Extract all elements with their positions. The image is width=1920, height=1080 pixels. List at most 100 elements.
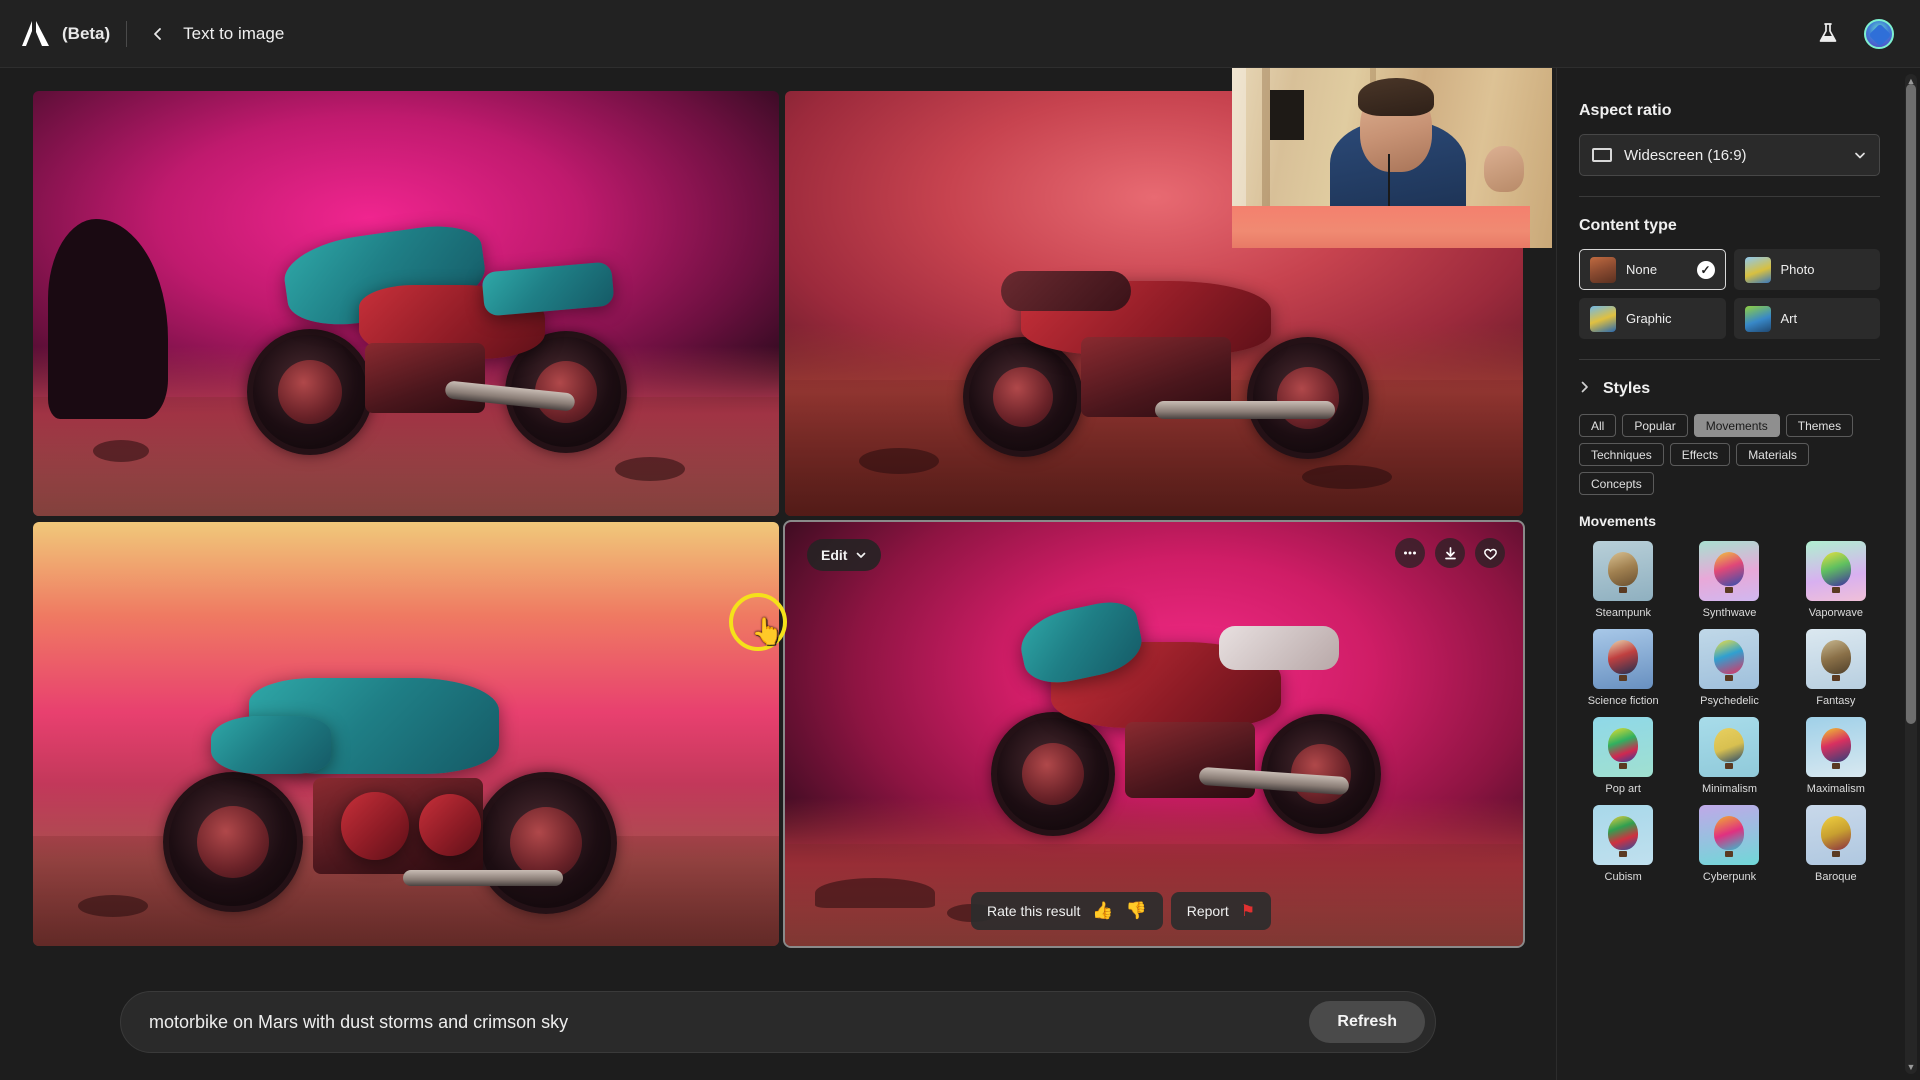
style-thumbnail [1593, 717, 1654, 777]
content-type-none[interactable]: None ✓ [1579, 249, 1726, 290]
style-label: Baroque [1815, 871, 1857, 883]
hot-air-balloon-icon [1820, 551, 1851, 586]
content-type-art[interactable]: Art [1733, 298, 1880, 339]
favorite-button[interactable] [1475, 538, 1505, 568]
sidebar-scrollbar-track[interactable]: ▲ ▼ [1905, 74, 1917, 1074]
style-thumbnail [1699, 541, 1760, 601]
style-label: Psychedelic [1700, 695, 1759, 707]
hot-air-balloon-icon [1820, 727, 1851, 762]
person-hair [1358, 78, 1434, 116]
style-item-steampunk[interactable]: Steampunk [1579, 541, 1667, 619]
red-flag-icon: ⚑ [1240, 903, 1256, 920]
result-tile-3[interactable] [33, 522, 779, 946]
rock [77, 895, 148, 918]
hot-air-balloon-icon [1714, 639, 1745, 674]
style-item-cubism[interactable]: Cubism [1579, 805, 1667, 883]
style-thumbnail [1805, 805, 1866, 865]
motorbike-art-4 [985, 582, 1405, 842]
content-type-photo[interactable]: Photo [1733, 249, 1880, 290]
prompt-input[interactable] [149, 1011, 1310, 1033]
thumbs-down-icon[interactable]: 👎 [1126, 901, 1147, 921]
edit-label: Edit [821, 547, 848, 563]
style-item-science-fiction[interactable]: Science fiction [1579, 629, 1667, 707]
styles-group-title: Movements [1579, 513, 1657, 529]
edit-dropdown-button[interactable]: Edit [807, 539, 882, 571]
style-item-synthwave[interactable]: Synthwave [1685, 541, 1773, 619]
hot-air-balloon-icon [1608, 551, 1639, 586]
style-item-baroque[interactable]: Baroque [1792, 805, 1880, 883]
styles-title: Styles [1603, 380, 1651, 397]
content-type-title: Content type [1579, 217, 1677, 234]
hot-air-balloon-icon [1714, 551, 1745, 586]
rectangle-icon [1592, 148, 1612, 162]
style-item-fantasy[interactable]: Fantasy [1792, 629, 1880, 707]
filter-chip-concepts[interactable]: Concepts [1579, 472, 1654, 495]
style-thumbnail [1699, 717, 1760, 777]
back-button[interactable] [143, 19, 173, 49]
style-item-minimalism[interactable]: Minimalism [1685, 717, 1773, 795]
aspect-ratio-select[interactable]: Widescreen (16:9) [1579, 134, 1880, 176]
styles-section-toggle[interactable]: Styles [1579, 380, 1880, 398]
filter-chip-popular[interactable]: Popular [1622, 414, 1688, 437]
style-thumbnail [1805, 717, 1866, 777]
style-thumbnail [1699, 629, 1760, 689]
hot-air-balloon-icon [1714, 727, 1745, 762]
download-icon [1444, 546, 1456, 559]
style-item-pop-art[interactable]: Pop art [1579, 717, 1667, 795]
refresh-button[interactable]: Refresh [1309, 1001, 1425, 1043]
scroll-down-arrow[interactable]: ▼ [1906, 1062, 1916, 1072]
brand-group: (Beta) [0, 20, 110, 47]
filter-chip-materials[interactable]: Materials [1736, 443, 1809, 466]
style-item-maximalism[interactable]: Maximalism [1792, 717, 1880, 795]
thumbs-up-icon[interactable]: 👍 [1092, 901, 1113, 921]
more-options-button[interactable] [1395, 538, 1425, 568]
filter-chip-techniques[interactable]: Techniques [1579, 443, 1664, 466]
content-type-label: Graphic [1626, 311, 1672, 326]
filter-chip-themes[interactable]: Themes [1785, 414, 1854, 437]
divider [1579, 196, 1880, 197]
content-type-thumb [1590, 256, 1616, 283]
chevron-down-icon [1855, 152, 1865, 159]
prompt-bar[interactable]: Refresh [120, 991, 1436, 1053]
content-type-graphic[interactable]: Graphic [1579, 298, 1726, 339]
flask-icon[interactable] [1816, 21, 1842, 47]
style-item-cyberpunk[interactable]: Cyberpunk [1685, 805, 1773, 883]
hot-air-balloon-icon [1608, 639, 1639, 674]
chevron-down-icon [857, 552, 866, 558]
top-bar: (Beta) Text to image [0, 0, 1920, 68]
style-label: Fantasy [1816, 695, 1856, 707]
wall-picture [1270, 90, 1304, 140]
divider [1579, 359, 1880, 360]
content-type-label: Photo [1780, 262, 1815, 277]
hot-air-balloon-icon [1608, 727, 1639, 762]
download-button[interactable] [1435, 538, 1465, 568]
rating-bar: Rate this result 👍 👎 Report ⚑ [971, 892, 1272, 930]
style-item-vaporwave[interactable]: Vaporwave [1792, 541, 1880, 619]
hot-air-balloon-icon [1608, 815, 1639, 850]
sidebar-scrollbar-thumb[interactable] [1906, 84, 1916, 724]
filter-chip-all[interactable]: All [1579, 414, 1617, 437]
filter-chip-effects[interactable]: Effects [1669, 443, 1731, 466]
filter-chip-movements[interactable]: Movements [1693, 414, 1780, 437]
adobe-logo-icon [22, 20, 50, 47]
hot-air-balloon-icon [1820, 815, 1851, 850]
rate-result-group: Rate this result 👍 👎 [971, 892, 1163, 930]
motorbike-art-3 [153, 642, 653, 922]
content-type-thumb [1590, 305, 1616, 332]
rate-label: Rate this result [987, 903, 1081, 919]
avatar[interactable] [1864, 18, 1894, 49]
style-label: Cyberpunk [1702, 871, 1757, 883]
header-divider [126, 20, 128, 47]
style-thumbnail [1699, 805, 1760, 865]
result-tile-4[interactable]: Edit Rate this result 👍 👎 Report ⚑ [783, 520, 1525, 948]
result-tile-1[interactable] [33, 91, 779, 516]
style-label: Steampunk [1595, 607, 1651, 619]
rock [92, 439, 149, 462]
style-label: Synthwave [1702, 607, 1757, 619]
aspect-ratio-title: Aspect ratio [1579, 102, 1672, 119]
style-item-psychedelic[interactable]: Psychedelic [1685, 629, 1773, 707]
report-button[interactable]: Report ⚑ [1170, 892, 1272, 930]
settings-sidebar: Aspect ratio Widescreen (16:9) Content t… [1556, 68, 1920, 1080]
webcam-bottom-overlap [1232, 206, 1530, 248]
check-icon: ✓ [1696, 260, 1715, 279]
